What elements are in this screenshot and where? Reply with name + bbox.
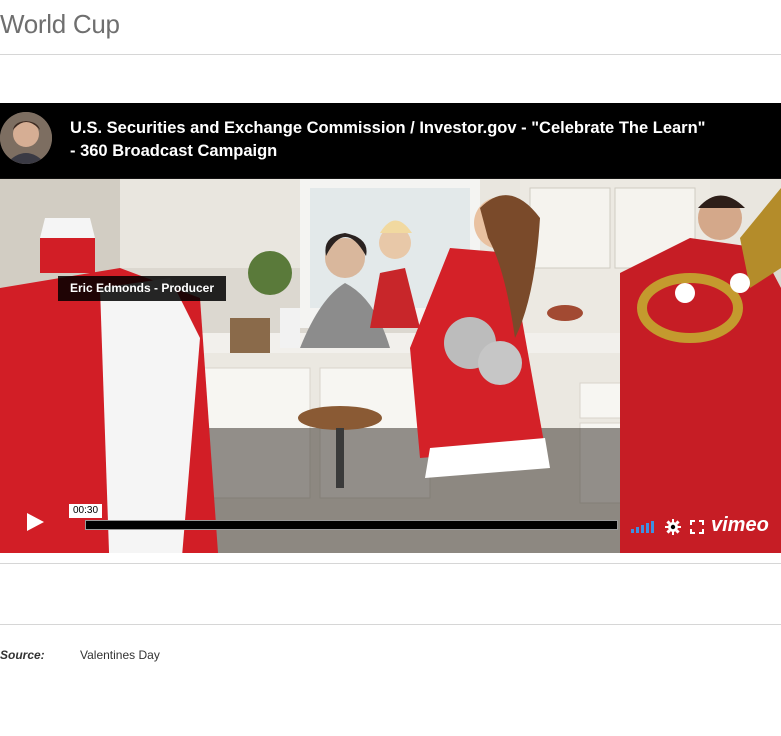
volume-icon[interactable]: [630, 519, 656, 533]
video-player[interactable]: U.S. Securities and Exchange Commission …: [0, 103, 781, 553]
avatar[interactable]: [0, 112, 52, 164]
divider: [0, 563, 781, 564]
vimeo-logo[interactable]: vimeo: [711, 515, 771, 535]
play-icon: [27, 513, 44, 531]
source-value: Valentines Day: [80, 648, 160, 662]
video-title[interactable]: U.S. Securities and Exchange Commission …: [70, 117, 710, 163]
fullscreen-icon[interactable]: [690, 520, 704, 534]
play-button[interactable]: [18, 500, 52, 544]
video-frame[interactable]: [0, 178, 781, 553]
source-label: Source:: [0, 648, 45, 662]
divider: [0, 624, 781, 625]
svg-text:vimeo: vimeo: [711, 515, 769, 535]
settings-icon[interactable]: [665, 519, 681, 535]
page-title: World Cup: [0, 9, 120, 39]
byline-badge[interactable]: Eric Edmonds - Producer: [58, 276, 227, 301]
timecode: 00:30: [69, 504, 103, 518]
divider: [0, 54, 781, 55]
progress-bar[interactable]: [85, 520, 618, 530]
